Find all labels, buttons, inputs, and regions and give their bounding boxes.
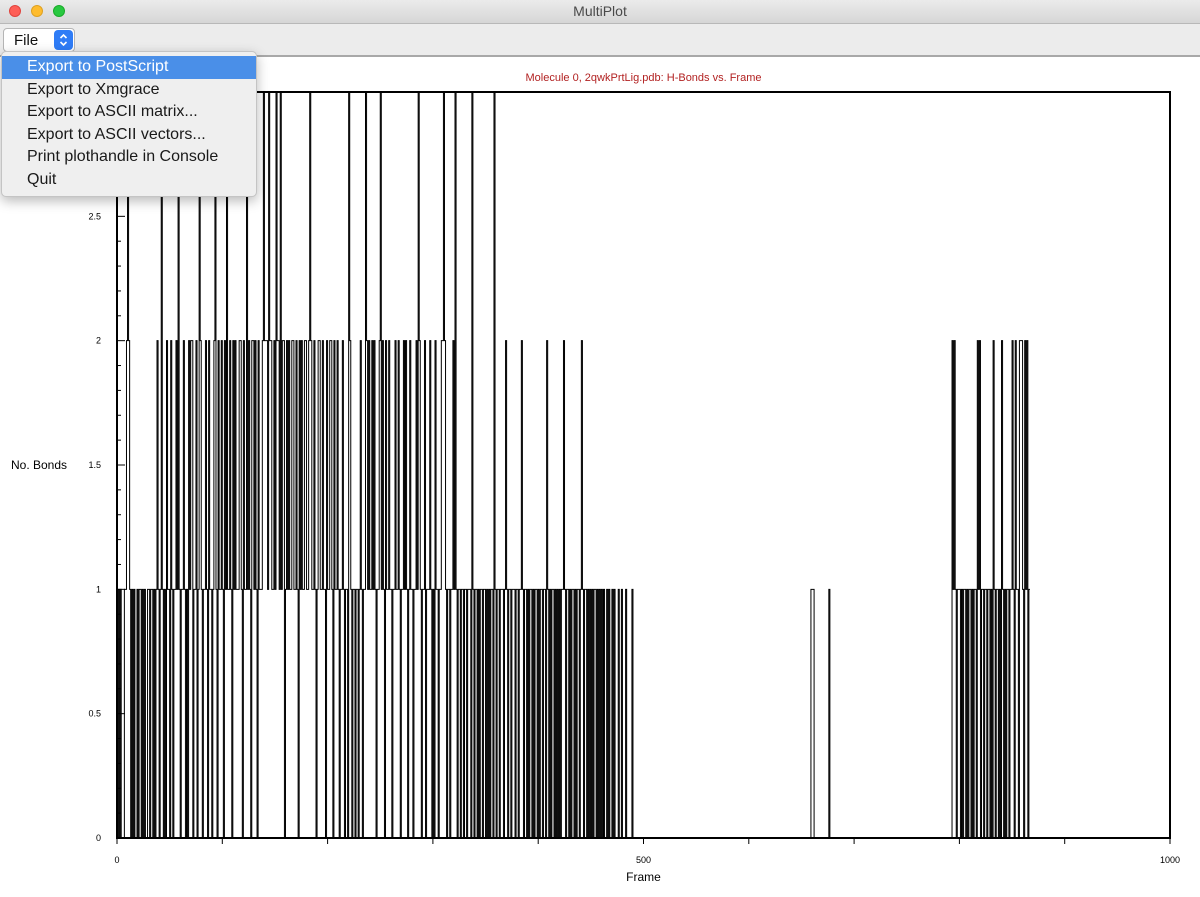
menu-item-print-plothandle[interactable]: Print plothandle in Console	[2, 146, 256, 169]
y-tick-label: 0	[96, 833, 101, 843]
y-tick-label: 2.5	[88, 211, 101, 221]
file-menu-label: File	[14, 32, 39, 49]
menu-item-export-ascii-vectors[interactable]: Export to ASCII vectors...	[2, 124, 256, 147]
y-tick-label: 1	[96, 584, 101, 594]
file-dropdown-menu: Export to PostScript Export to Xmgrace E…	[1, 51, 257, 197]
y-axis-label: No. Bonds	[11, 458, 67, 472]
x-tick-label: 1000	[1160, 855, 1180, 865]
chart-title: Molecule 0, 2qwkPrtLig.pdb: H-Bonds vs. …	[526, 72, 762, 84]
y-tick-label: 2	[96, 336, 101, 346]
menu-item-export-xmgrace[interactable]: Export to Xmgrace	[2, 79, 256, 102]
x-tick-label: 500	[636, 855, 651, 865]
series-line-0	[117, 91, 1030, 839]
menu-item-export-ascii-matrix[interactable]: Export to ASCII matrix...	[2, 101, 256, 124]
menu-item-export-postscript[interactable]: Export to PostScript	[2, 56, 256, 79]
x-tick-label: 0	[114, 855, 119, 865]
file-menu-select[interactable]: File	[3, 28, 75, 52]
y-tick-label: 1.5	[88, 460, 101, 470]
y-tick-label: 0.5	[88, 709, 101, 719]
title-bar: MultiPlot	[0, 0, 1200, 24]
menu-item-quit[interactable]: Quit	[2, 169, 256, 192]
window-title: MultiPlot	[573, 3, 627, 19]
x-axis-label: Frame	[626, 870, 661, 884]
chevron-up-down-icon	[54, 30, 73, 50]
